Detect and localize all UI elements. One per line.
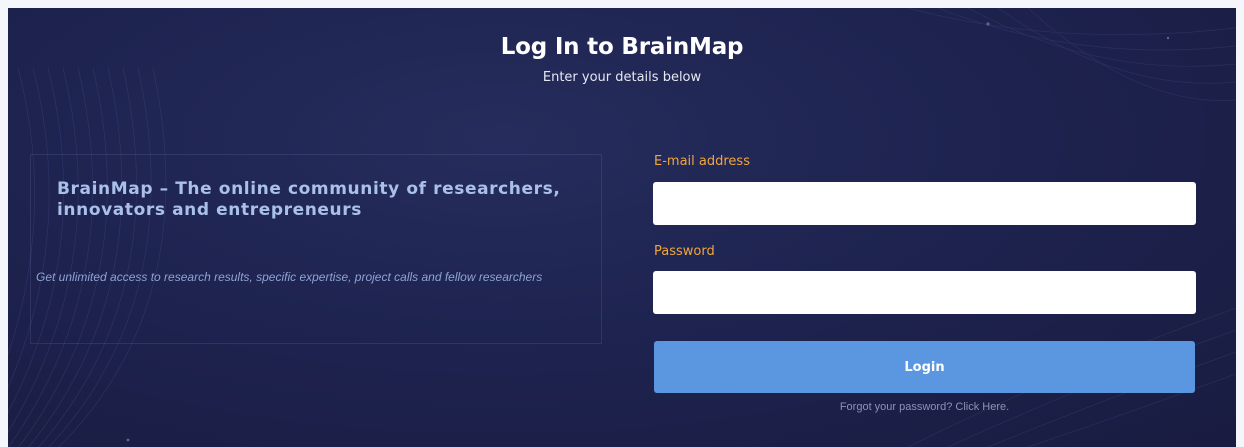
email-field[interactable] xyxy=(653,182,1196,225)
page-subtitle: Enter your details below xyxy=(542,70,702,85)
login-panel: Log In to BrainMap Enter your details be… xyxy=(8,8,1236,447)
page-frame: Log In to BrainMap Enter your details be… xyxy=(0,0,1244,447)
intro-tagline: BrainMap – The online community of resea… xyxy=(57,179,561,220)
forgot-password-link[interactable]: Forgot your password? Click Here. xyxy=(654,401,1195,413)
intro-description: Get unlimited access to research results… xyxy=(36,270,543,284)
page-title: Log In to BrainMap xyxy=(500,34,744,60)
email-label: E-mail address xyxy=(654,154,750,169)
page-header: Log In to BrainMap Enter your details be… xyxy=(8,34,1236,85)
password-field[interactable] xyxy=(653,271,1196,314)
intro-box: BrainMap – The online community of resea… xyxy=(30,154,602,344)
login-button[interactable]: Login xyxy=(654,341,1195,393)
password-label: Password xyxy=(654,244,715,259)
